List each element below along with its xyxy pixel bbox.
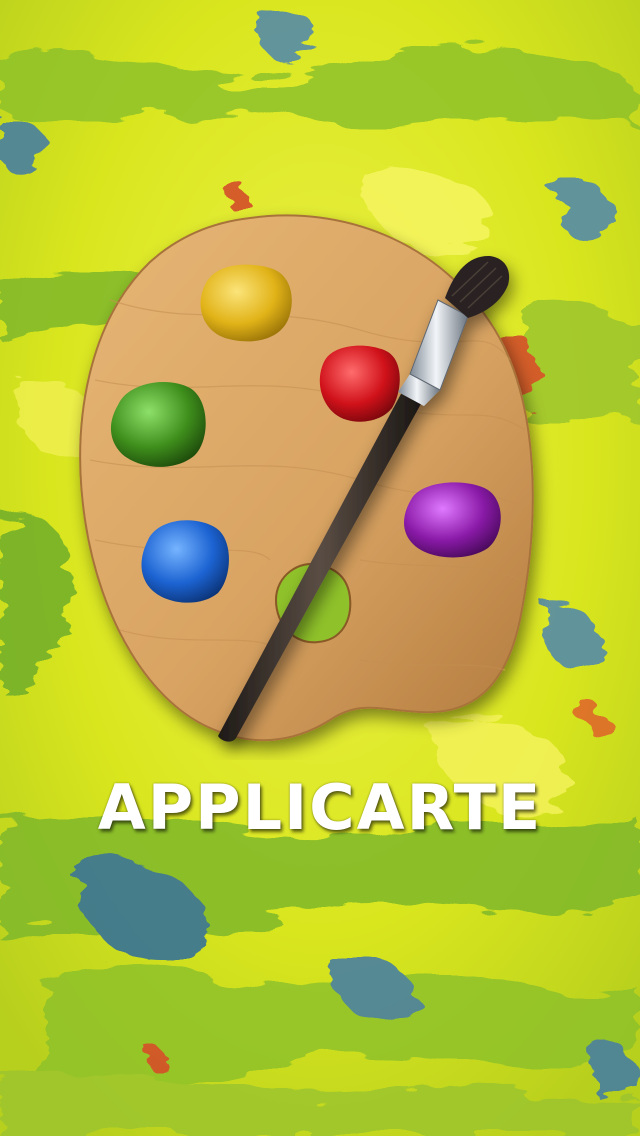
palette-logo	[79, 214, 534, 742]
yellow-paint-blob	[200, 264, 292, 342]
red-paint-blob	[319, 345, 400, 422]
splash-screen: APPLICARTE	[0, 0, 640, 1136]
purple-paint-blob	[404, 482, 501, 558]
app-title: APPLICARTE	[97, 771, 543, 844]
blue-paint-blob	[141, 520, 229, 603]
